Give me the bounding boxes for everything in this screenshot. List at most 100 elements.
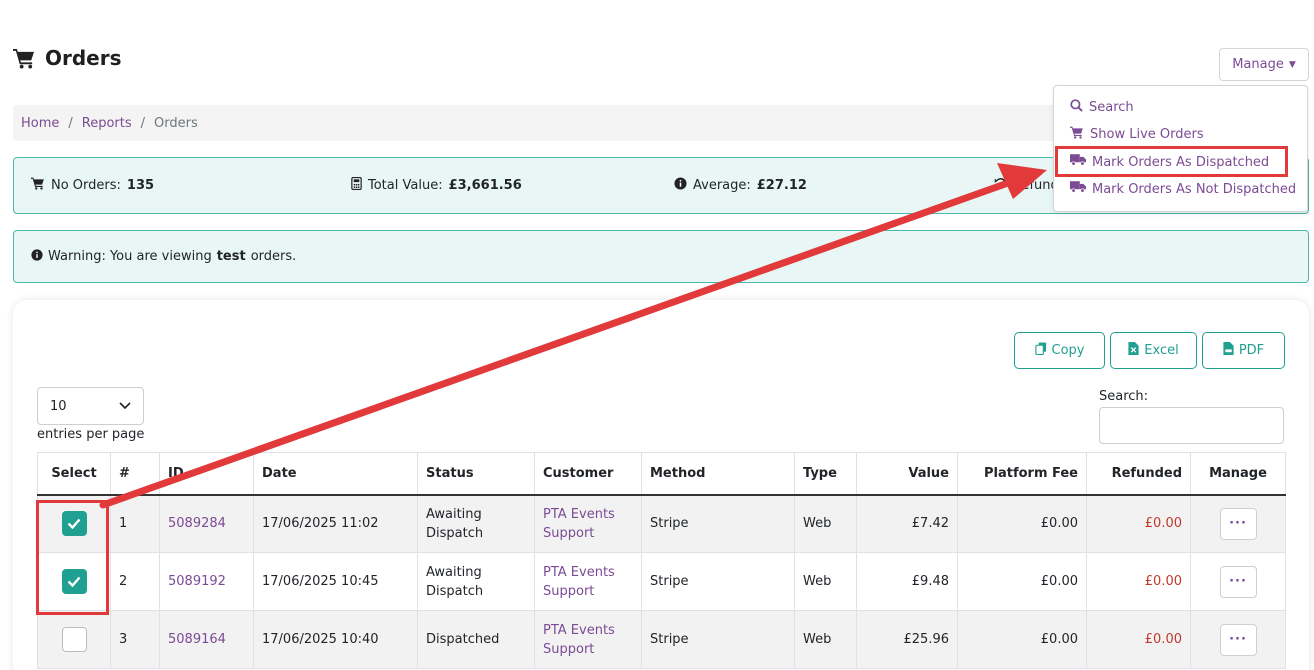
info-circle-icon bbox=[674, 177, 687, 194]
column-header-manage: Manage bbox=[1190, 452, 1286, 496]
table-row: 3 5089164 17/06/2025 10:40 Dispatched PT… bbox=[37, 610, 1286, 669]
breadcrumb-home[interactable]: Home bbox=[21, 116, 59, 131]
column-header-refunded[interactable]: Refunded bbox=[1086, 452, 1191, 496]
order-type: Web bbox=[794, 552, 857, 611]
stat-no-orders-label: No Orders: bbox=[51, 178, 121, 193]
manage-button[interactable]: Manage ▼ bbox=[1219, 48, 1309, 81]
platform-fee: £0.00 bbox=[957, 494, 1087, 553]
stat-total-value-label: Total Value: bbox=[368, 178, 443, 193]
row-number: 2 bbox=[110, 552, 160, 611]
breadcrumb-separator: / bbox=[140, 115, 146, 131]
manage-cell: ··· bbox=[1190, 552, 1286, 611]
stat-total-value: Total Value: £3,661.56 bbox=[351, 176, 522, 194]
row-number: 3 bbox=[110, 610, 160, 669]
file-excel-icon bbox=[1128, 342, 1139, 359]
column-header-platform-fee[interactable]: Platform Fee bbox=[957, 452, 1087, 496]
table-row: 2 5089192 17/06/2025 10:45 Awaiting Disp… bbox=[37, 552, 1286, 611]
manage-button-label: Manage bbox=[1232, 57, 1284, 72]
order-date: 17/06/2025 11:02 bbox=[253, 494, 418, 553]
shopping-cart-icon bbox=[13, 48, 36, 69]
warning-alert: Warning: You are viewing test orders. bbox=[13, 230, 1309, 283]
warning-text-emphasis: test bbox=[216, 249, 246, 264]
calculator-icon bbox=[351, 176, 362, 194]
menu-item-show-live-orders[interactable]: Show Live Orders bbox=[1070, 126, 1204, 143]
order-id-link[interactable]: 5089192 bbox=[159, 552, 254, 611]
highlight-box-checkboxes bbox=[36, 500, 109, 615]
menu-item-mark-not-dispatched[interactable]: Mark Orders As Not Dispatched bbox=[1070, 181, 1296, 197]
select-cell bbox=[37, 610, 111, 669]
stat-no-orders: No Orders: 135 bbox=[31, 177, 154, 194]
customer-link[interactable]: PTA Events Support bbox=[534, 610, 642, 669]
breadcrumb-reports[interactable]: Reports bbox=[82, 116, 132, 131]
order-id-link[interactable]: 5089284 bbox=[159, 494, 254, 553]
shopping-cart-icon bbox=[31, 177, 45, 194]
truck-icon bbox=[1070, 181, 1086, 197]
copy-button[interactable]: Copy bbox=[1014, 332, 1105, 369]
order-status: Awaiting Dispatch bbox=[417, 552, 535, 611]
info-circle-icon bbox=[31, 248, 43, 265]
breadcrumb-orders: Orders bbox=[154, 115, 198, 131]
stat-refunded-label: Refund bbox=[1013, 178, 1059, 193]
column-header-method[interactable]: Method bbox=[641, 452, 795, 496]
row-number: 1 bbox=[110, 494, 160, 553]
table-header-row: Select # ID Date Status Customer Method … bbox=[37, 452, 1286, 496]
file-pdf-icon bbox=[1223, 342, 1234, 359]
column-header-status[interactable]: Status bbox=[417, 452, 535, 496]
chevron-down-icon bbox=[119, 399, 131, 414]
copy-button-label: Copy bbox=[1051, 343, 1085, 358]
orders-table: Select # ID Date Status Customer Method … bbox=[37, 452, 1286, 669]
column-header-customer[interactable]: Customer bbox=[534, 452, 642, 496]
customer-link[interactable]: PTA Events Support bbox=[534, 494, 642, 553]
stat-no-orders-value: 135 bbox=[126, 178, 155, 193]
pdf-button-label: PDF bbox=[1238, 343, 1265, 358]
shopping-cart-icon bbox=[1070, 126, 1084, 143]
order-date: 17/06/2025 10:40 bbox=[253, 610, 418, 669]
entries-per-page-select[interactable]: 10 bbox=[37, 387, 144, 425]
row-select-checkbox[interactable] bbox=[61, 627, 87, 652]
order-id-link[interactable]: 5089164 bbox=[159, 610, 254, 669]
order-value: £25.96 bbox=[856, 610, 958, 669]
column-header-select[interactable]: Select bbox=[37, 452, 111, 496]
column-header-date[interactable]: Date bbox=[253, 452, 418, 496]
order-status: Dispatched bbox=[417, 610, 535, 669]
platform-fee: £0.00 bbox=[957, 552, 1087, 611]
page-header: Orders bbox=[13, 46, 122, 70]
refunded-amount: £0.00 bbox=[1086, 494, 1191, 553]
order-value: £9.48 bbox=[856, 552, 958, 611]
search-input[interactable] bbox=[1099, 407, 1284, 444]
search-label: Search: bbox=[1099, 389, 1149, 404]
payment-method: Stripe bbox=[641, 552, 795, 611]
column-header-id[interactable]: ID bbox=[159, 452, 254, 496]
excel-button[interactable]: Excel bbox=[1110, 332, 1197, 369]
stat-average: Average: £27.12 bbox=[674, 177, 807, 194]
warning-text-suffix: orders. bbox=[250, 249, 297, 264]
manage-cell: ··· bbox=[1190, 494, 1286, 553]
menu-item-search-label: Search bbox=[1089, 100, 1134, 115]
pdf-button[interactable]: PDF bbox=[1202, 332, 1285, 369]
excel-button-label: Excel bbox=[1144, 343, 1179, 358]
payment-method: Stripe bbox=[641, 494, 795, 553]
payment-method: Stripe bbox=[641, 610, 795, 669]
stat-average-label: Average: bbox=[693, 178, 751, 193]
row-actions-button[interactable]: ··· bbox=[1219, 565, 1257, 598]
entries-selected-value: 10 bbox=[50, 398, 67, 414]
highlight-box-menu-item bbox=[1055, 146, 1288, 177]
order-status: Awaiting Dispatch bbox=[417, 494, 535, 553]
column-header-type[interactable]: Type bbox=[794, 452, 857, 496]
row-actions-button[interactable]: ··· bbox=[1219, 623, 1257, 656]
stat-average-value: £27.12 bbox=[756, 178, 807, 193]
column-header-value[interactable]: Value bbox=[856, 452, 958, 496]
search-icon bbox=[1070, 99, 1083, 116]
customer-link[interactable]: PTA Events Support bbox=[534, 552, 642, 611]
column-header-num[interactable]: # bbox=[110, 452, 160, 496]
table-row: 1 5089284 17/06/2025 11:02 Awaiting Disp… bbox=[37, 494, 1286, 553]
copy-icon bbox=[1034, 342, 1047, 359]
menu-item-search[interactable]: Search bbox=[1070, 99, 1134, 116]
row-actions-button[interactable]: ··· bbox=[1219, 507, 1257, 540]
breadcrumb: Home / Reports / Orders bbox=[13, 105, 1113, 141]
refunded-amount: £0.00 bbox=[1086, 610, 1191, 669]
order-type: Web bbox=[794, 494, 857, 553]
menu-item-show-live-orders-label: Show Live Orders bbox=[1090, 127, 1204, 142]
manage-cell: ··· bbox=[1190, 610, 1286, 669]
stat-total-value-value: £3,661.56 bbox=[448, 178, 522, 193]
